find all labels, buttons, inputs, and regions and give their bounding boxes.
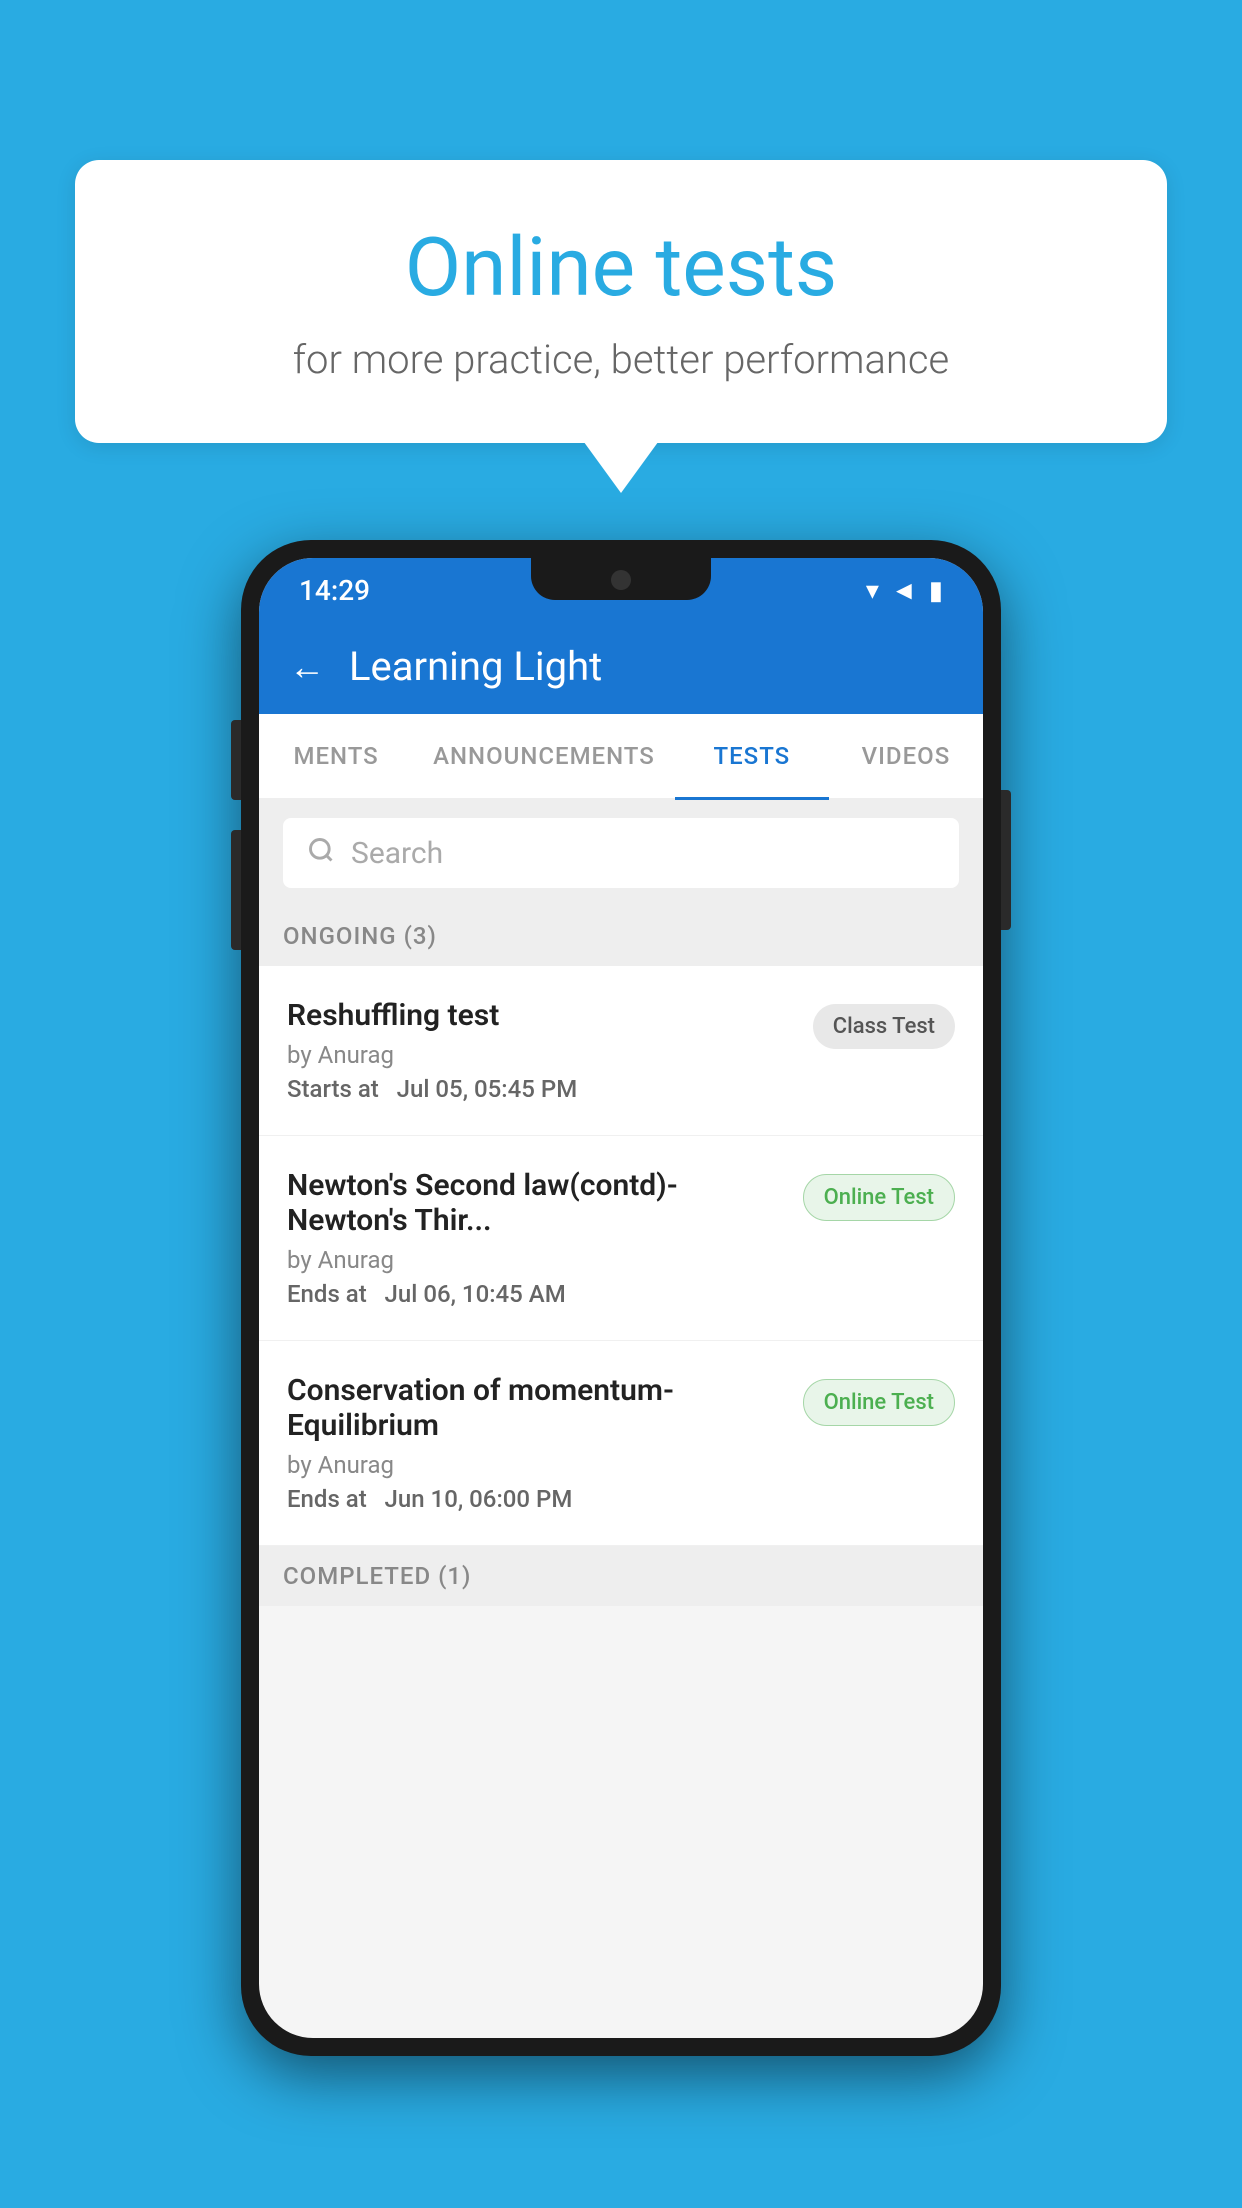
signal-icon: ◄: [891, 575, 917, 606]
test-info: Conservation of momentum-Equilibrium by …: [287, 1373, 803, 1513]
battery-icon: ▮: [929, 576, 943, 606]
test-name: Conservation of momentum-Equilibrium: [287, 1373, 783, 1443]
completed-label: COMPLETED (1): [283, 1562, 471, 1590]
test-time: Ends at Jun 10, 06:00 PM: [287, 1485, 783, 1513]
online-test-badge-2: Online Test: [803, 1379, 955, 1426]
phone-screen: 14:29 ▾ ◄ ▮ ← Learning Light MENTS ANNOU…: [259, 558, 983, 2038]
test-time-value: Jul 06, 10:45 AM: [385, 1280, 566, 1308]
tab-videos[interactable]: VIDEOS: [829, 714, 983, 798]
test-name: Newton's Second law(contd)-Newton's Thir…: [287, 1168, 783, 1238]
phone-mockup: 14:29 ▾ ◄ ▮ ← Learning Light MENTS ANNOU…: [241, 540, 1001, 2056]
app-header: ← Learning Light: [259, 623, 983, 714]
search-placeholder-text: Search: [351, 836, 443, 871]
test-info: Reshuffling test by Anurag Starts at Jul…: [287, 998, 813, 1103]
test-item[interactable]: Newton's Second law(contd)-Newton's Thir…: [259, 1136, 983, 1341]
search-section: Search: [259, 800, 983, 906]
test-time: Ends at Jul 06, 10:45 AM: [287, 1280, 783, 1308]
test-name: Reshuffling test: [287, 998, 793, 1033]
test-by: by Anurag: [287, 1041, 793, 1069]
test-time-label: Starts at: [287, 1075, 379, 1103]
test-time-value: Jul 05, 05:45 PM: [397, 1075, 578, 1103]
ongoing-label: ONGOING (3): [283, 922, 437, 950]
search-icon: [307, 834, 335, 872]
app-title: Learning Light: [349, 643, 602, 690]
status-time: 14:29: [299, 574, 370, 607]
back-button[interactable]: ←: [289, 646, 325, 688]
completed-section-header: COMPLETED (1): [259, 1546, 983, 1606]
phone-outer: 14:29 ▾ ◄ ▮ ← Learning Light MENTS ANNOU…: [241, 540, 1001, 2056]
side-button-power: [1001, 790, 1011, 930]
tabs-container: MENTS ANNOUNCEMENTS TESTS VIDEOS: [259, 714, 983, 800]
class-test-badge: Class Test: [813, 1004, 955, 1049]
test-item[interactable]: Conservation of momentum-Equilibrium by …: [259, 1341, 983, 1546]
tab-tests[interactable]: TESTS: [675, 714, 829, 798]
test-time: Starts at Jul 05, 05:45 PM: [287, 1075, 793, 1103]
speech-bubble: Online tests for more practice, better p…: [75, 160, 1167, 443]
test-by: by Anurag: [287, 1246, 783, 1274]
bubble-subtitle: for more practice, better performance: [155, 336, 1087, 383]
test-time-value: Jun 10, 06:00 PM: [385, 1485, 573, 1513]
ongoing-section-header: ONGOING (3): [259, 906, 983, 966]
promo-section: Online tests for more practice, better p…: [75, 160, 1167, 443]
side-button-volume-up: [231, 720, 241, 800]
side-button-volume-down: [231, 830, 241, 950]
tests-list: Reshuffling test by Anurag Starts at Jul…: [259, 966, 983, 1546]
online-test-badge: Online Test: [803, 1174, 955, 1221]
tab-announcements[interactable]: ANNOUNCEMENTS: [413, 714, 675, 798]
test-time-label: Ends at: [287, 1280, 367, 1308]
test-info: Newton's Second law(contd)-Newton's Thir…: [287, 1168, 803, 1308]
status-icons: ▾ ◄ ▮: [866, 575, 943, 606]
bubble-title: Online tests: [155, 220, 1087, 316]
status-bar: 14:29 ▾ ◄ ▮: [259, 558, 983, 623]
test-item[interactable]: Reshuffling test by Anurag Starts at Jul…: [259, 966, 983, 1136]
wifi-icon: ▾: [866, 576, 879, 606]
test-by: by Anurag: [287, 1451, 783, 1479]
tab-ments[interactable]: MENTS: [259, 714, 413, 798]
test-time-label: Ends at: [287, 1485, 367, 1513]
search-bar[interactable]: Search: [283, 818, 959, 888]
